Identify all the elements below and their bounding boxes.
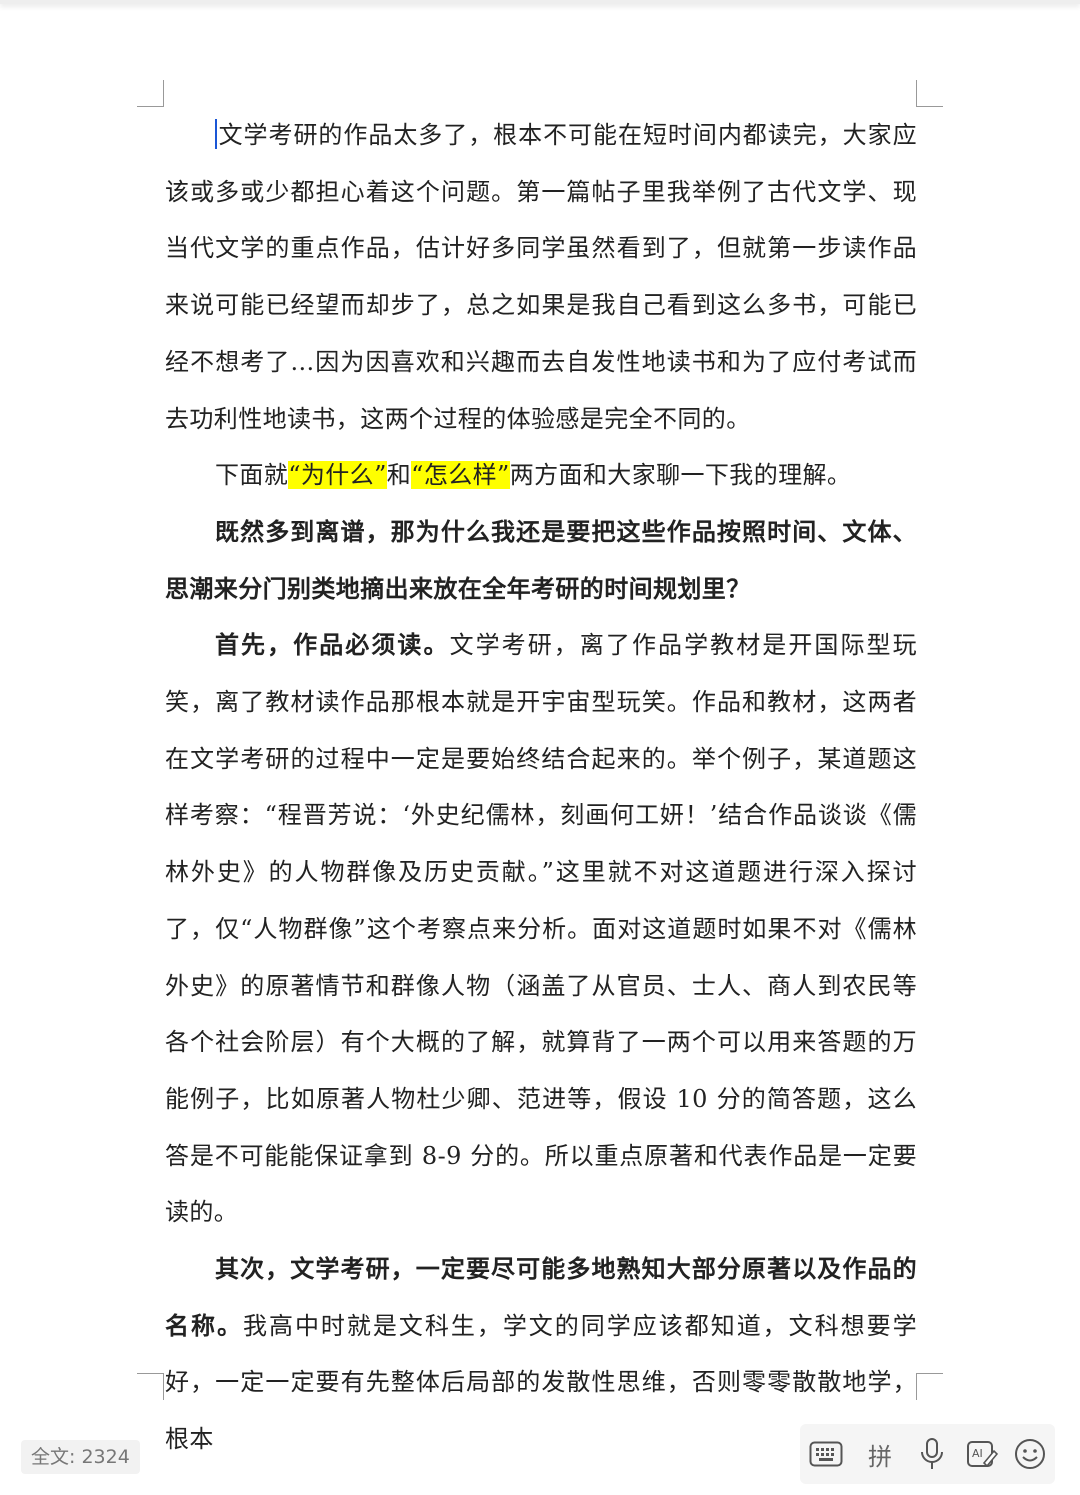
- top-bar: [0, 0, 1080, 4]
- keyboard-icon[interactable]: [806, 1434, 846, 1474]
- highlight-how: “怎么样”: [411, 461, 510, 490]
- page-corner-mark-bottom-right: [916, 1373, 943, 1400]
- page-corner-mark-bottom-left: [137, 1373, 164, 1400]
- emoji-icon[interactable]: [1010, 1434, 1050, 1474]
- paragraph-4[interactable]: 首先，作品必须读。文学考研，离了作品学教材是开国际型玩笑，离了教材读作品那根本就…: [165, 617, 917, 1241]
- paragraph-3[interactable]: 既然多到离谱，那为什么我还是要把这些作品按照时间、文体、思潮来分门别类地摘出来放…: [165, 504, 917, 617]
- paragraph-1[interactable]: 文学考研的作品太多了，根本不可能在短时间内都读完，大家应该或多或少都担心着这个问…: [165, 107, 917, 447]
- svg-text:AI: AI: [972, 1447, 983, 1460]
- page-corner-mark-top-right: [916, 80, 943, 107]
- pinyin-icon[interactable]: 拼: [860, 1434, 900, 1474]
- ai-write-icon[interactable]: AI: [962, 1434, 1002, 1474]
- document-body[interactable]: 文学考研的作品太多了，根本不可能在短时间内都读完，大家应该或多或少都担心着这个问…: [165, 107, 917, 1468]
- text-cursor: [215, 119, 217, 149]
- word-count-badge: 全文: 2324: [21, 1440, 140, 1474]
- highlight-why: “为什么”: [288, 461, 387, 490]
- microphone-icon[interactable]: [912, 1434, 952, 1474]
- keyboard-toolbar: 拼 AI: [800, 1424, 1055, 1484]
- page-corner-mark-top-left: [137, 80, 164, 107]
- paragraph-2[interactable]: 下面就“为什么”和“怎么样”两方面和大家聊一下我的理解。: [165, 447, 917, 504]
